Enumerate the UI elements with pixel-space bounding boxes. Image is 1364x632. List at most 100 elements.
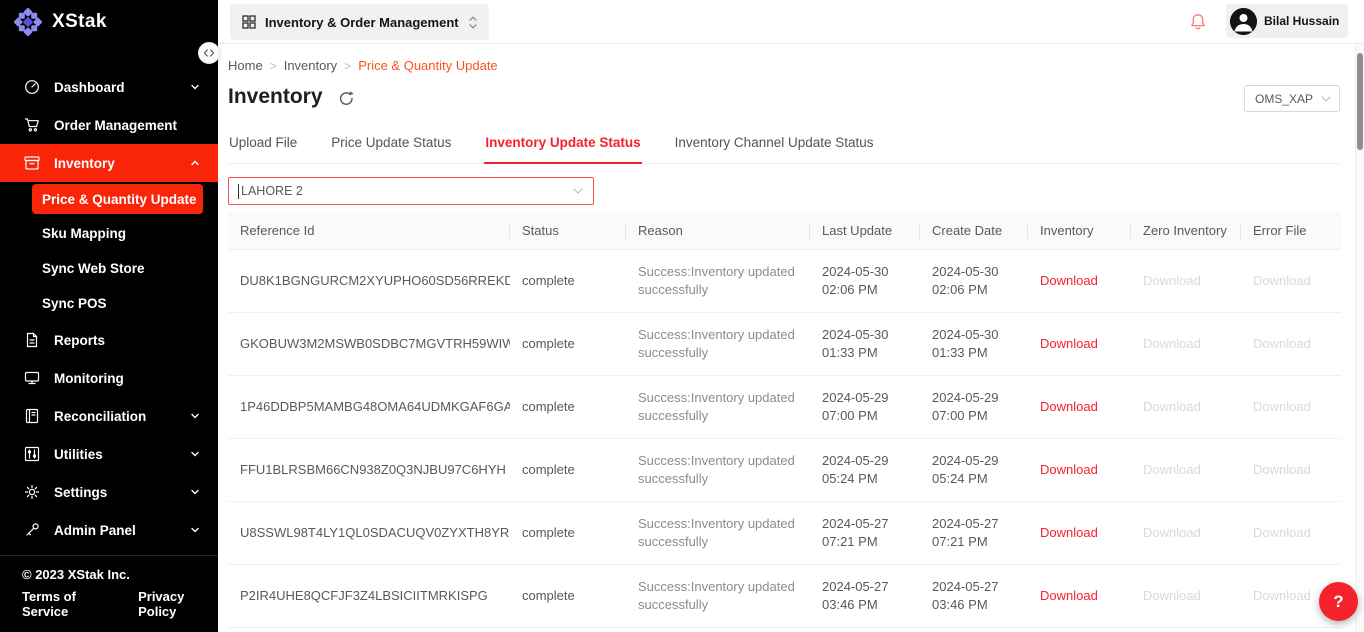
sidebar: XStak Dashboard Order Management Invento…: [0, 0, 218, 632]
column-header-last-update: Last Update: [810, 212, 920, 250]
sidebar-footer: © 2023 XStak Inc. Terms of Service Priva…: [0, 555, 218, 632]
grid-apps-icon: [242, 15, 256, 29]
status-cell: complete: [510, 313, 626, 376]
breadcrumb-inventory[interactable]: Inventory: [284, 58, 337, 73]
sidebar-item-order-management[interactable]: Order Management: [0, 106, 218, 144]
reason-cell: Success:Inventory updated successfully: [626, 565, 810, 628]
zero-inventory-download-link: Download: [1143, 273, 1201, 288]
sidebar-item-sync-web-store[interactable]: Sync Web Store: [0, 251, 218, 286]
inventory-download-link[interactable]: Download: [1040, 462, 1098, 477]
last-update-cell: 2024-05-3001:33 PM: [810, 313, 920, 376]
error-file-download-link: Download: [1253, 588, 1311, 603]
status-cell: complete: [510, 439, 626, 502]
sidebar-item-reports[interactable]: Reports: [0, 321, 218, 359]
column-header-reference-id: Reference Id: [228, 212, 510, 250]
tab-upload-file[interactable]: Upload File: [228, 125, 298, 164]
breadcrumb-separator: >: [344, 59, 351, 73]
status-cell: complete: [510, 565, 626, 628]
monitor-icon: [24, 370, 40, 386]
table-row: U8SSWL98T4LY1QL0SDACUQV0ZYXTH8YR complet…: [228, 502, 1341, 565]
chevron-up-icon: [190, 158, 200, 168]
sidebar-item-label: Reconciliation: [54, 409, 146, 424]
sidebar-item-admin-panel[interactable]: Admin Panel: [0, 511, 218, 549]
text-cursor: [238, 184, 239, 199]
create-date-cell: 2024-05-3001:33 PM: [920, 313, 1028, 376]
terms-of-service-link[interactable]: Terms of Service: [22, 589, 116, 619]
xstak-logo-icon: [13, 7, 43, 37]
inventory-download-link[interactable]: Download: [1040, 336, 1098, 351]
inventory-download-link[interactable]: Download: [1040, 273, 1098, 288]
create-date-cell: 2024-05-3002:06 PM: [920, 250, 1028, 313]
sidebar-item-monitoring[interactable]: Monitoring: [0, 359, 218, 397]
last-update-cell: 2024-05-3002:06 PM: [810, 250, 920, 313]
report-file-icon: [24, 332, 40, 348]
chevron-down-icon: [190, 449, 200, 459]
breadcrumb-home[interactable]: Home: [228, 58, 263, 73]
tab-price-update-status[interactable]: Price Update Status: [330, 125, 452, 164]
chevron-down-icon: [190, 487, 200, 497]
sidebar-item-label: Sync POS: [42, 296, 107, 311]
brand-logo: XStak: [0, 0, 218, 44]
sidebar-item-sync-pos[interactable]: Sync POS: [0, 286, 218, 321]
column-header-inventory: Inventory: [1028, 212, 1131, 250]
utilities-sliders-icon: [24, 446, 40, 462]
reference-id-cell: DU8K1BGNGURCM2XYUPHO60SD56RREKDZ: [228, 250, 510, 313]
last-update-cell: 2024-05-2905:24 PM: [810, 439, 920, 502]
inventory-download-link[interactable]: Download: [1040, 588, 1098, 603]
sidebar-item-label: Settings: [54, 485, 107, 500]
page-scrollbar: [1355, 44, 1364, 632]
sidebar-item-price-quantity-update[interactable]: Price & Quantity Update: [32, 184, 203, 214]
error-file-download-link: Download: [1253, 525, 1311, 540]
sidebar-item-inventory[interactable]: Inventory: [0, 144, 218, 182]
user-menu-button[interactable]: Bilal Hussain: [1226, 4, 1348, 38]
sidebar-item-label: Dashboard: [54, 80, 125, 95]
create-date-cell: 2024-05-2707:21 PM: [920, 502, 1028, 565]
avatar: [1230, 8, 1257, 35]
swap-vertical-icon: [468, 16, 478, 29]
last-update-cell: 2024-05-2707:21 PM: [810, 502, 920, 565]
inventory-download-link[interactable]: Download: [1040, 399, 1098, 414]
location-filter-value: LAHORE 2: [241, 184, 303, 198]
notifications-button[interactable]: [1190, 13, 1206, 36]
table-row: P2IR4UHE8QCFJF3Z4LBSICIITMRKISPG complet…: [228, 565, 1341, 628]
app-switcher-button[interactable]: Inventory & Order Management: [230, 4, 489, 40]
tab-inventory-channel-update-status[interactable]: Inventory Channel Update Status: [674, 125, 875, 164]
error-file-download-link: Download: [1253, 336, 1311, 351]
sidebar-item-label: Sku Mapping: [42, 226, 126, 241]
create-date-cell: 2024-05-2907:00 PM: [920, 376, 1028, 439]
table-row: GKOBUW3M2MSWB0SDBC7MGVTRH59WIWHZ complet…: [228, 313, 1341, 376]
scrollbar-thumb[interactable]: [1357, 53, 1363, 150]
gear-icon: [24, 484, 40, 500]
sidebar-item-label: Utilities: [54, 447, 103, 462]
create-date-cell: 2024-05-2905:24 PM: [920, 439, 1028, 502]
tab-inventory-update-status[interactable]: Inventory Update Status: [484, 125, 641, 164]
sidebar-item-settings[interactable]: Settings: [0, 473, 218, 511]
reason-cell: Success:Inventory updated successfully: [626, 313, 810, 376]
status-cell: complete: [510, 502, 626, 565]
help-button[interactable]: ?: [1319, 582, 1358, 621]
sidebar-nav: Dashboard Order Management Inventory Pri…: [0, 68, 218, 549]
sidebar-item-dashboard[interactable]: Dashboard: [0, 68, 218, 106]
sidebar-item-label: Reports: [54, 333, 105, 348]
tab-bar: Upload File Price Update Status Inventor…: [228, 125, 1341, 164]
sidebar-collapse-toggle[interactable]: [198, 42, 220, 64]
chevron-down-icon: [1321, 96, 1331, 102]
sidebar-item-label: Price & Quantity Update: [42, 192, 197, 207]
privacy-policy-link[interactable]: Privacy Policy: [138, 589, 218, 619]
table-row: FFU1BLRSBM66CN938Z0Q3NJBU97C6HYH complet…: [228, 439, 1341, 502]
column-header-create-date: Create Date: [920, 212, 1028, 250]
workspace-select[interactable]: OMS_XAP: [1244, 85, 1340, 112]
sidebar-item-sku-mapping[interactable]: Sku Mapping: [0, 216, 218, 251]
copyright-text: © 2023 XStak Inc.: [22, 567, 218, 582]
zero-inventory-download-link: Download: [1143, 525, 1201, 540]
sidebar-item-reconciliation[interactable]: Reconciliation: [0, 397, 218, 435]
reason-cell: Success:Inventory updated successfully: [626, 439, 810, 502]
location-filter-select[interactable]: LAHORE 2: [228, 177, 594, 205]
sidebar-item-utilities[interactable]: Utilities: [0, 435, 218, 473]
bell-icon: [1190, 13, 1206, 31]
refresh-button[interactable]: [338, 90, 355, 107]
inventory-download-link[interactable]: Download: [1040, 525, 1098, 540]
brand-name: XStak: [52, 11, 107, 33]
reason-cell: Success:Inventory updated successfully: [626, 376, 810, 439]
help-button-label: ?: [1333, 592, 1343, 612]
